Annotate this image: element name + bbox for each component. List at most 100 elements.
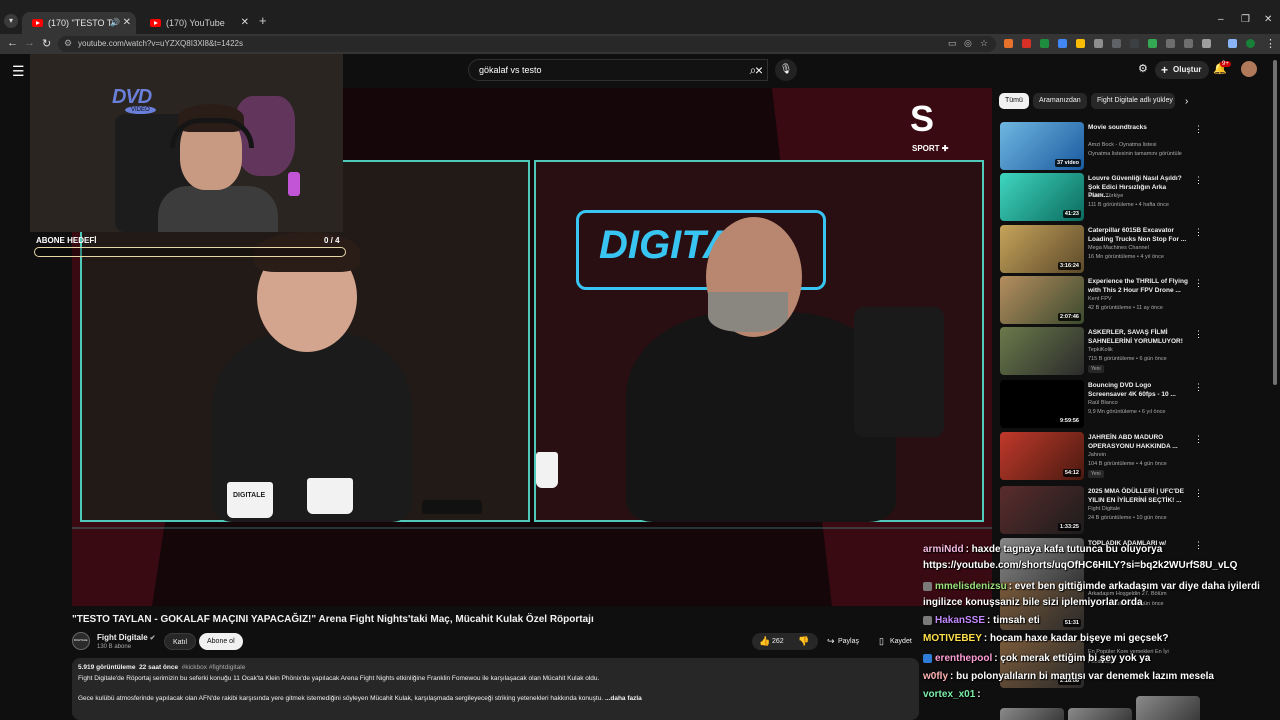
recommended-video[interactable]: 41:23 Louvre Güvenliği Nasıl Aşıldı? Şok … [1000,173,1203,221]
cast-tab-icon[interactable]: ▭ [948,38,957,49]
tab-close-icon[interactable]: ✕ [123,12,131,34]
chip-channel[interactable]: Fight Digitale adlı yükley [1091,93,1175,109]
recommended-video[interactable]: 37 video Movie soundtracks Amzi Bock - Oyn… [1000,122,1203,170]
video-thumbnail[interactable] [1068,708,1132,720]
extension-icon[interactable] [1112,39,1121,48]
sidebar-icon[interactable] [1228,39,1237,48]
video-thumbnail[interactable]: 3:16:24 [1000,225,1084,273]
search-icon[interactable]: ⌕ [738,59,768,81]
video-title[interactable]: Experience the THRILL of Flying with Thi… [1088,278,1188,295]
video-title[interactable]: Movie soundtracks [1088,124,1188,133]
reload-icon[interactable]: ↻ [42,37,51,50]
recommended-video[interactable]: 54:12 JAHREİN ABD MADURO OPERASYONU HAKKI… [1000,432,1203,480]
video-title[interactable]: ASKERLER, SAVAŞ FİLMİ SAHNELERİNİ YORUML… [1088,329,1188,346]
extension-icon[interactable] [1058,39,1067,48]
minimize-button[interactable]: – [1218,14,1224,25]
eye-off-icon[interactable]: ◎ [964,38,972,49]
video-thumbnail[interactable] [1000,708,1064,720]
page-scrollbar[interactable] [1273,60,1277,385]
profile-icon[interactable] [1246,39,1255,48]
extension-icon[interactable] [1184,39,1193,48]
restore-button[interactable]: ❐ [1241,14,1250,25]
save-button[interactable]: ▯ Kaydet [874,633,918,650]
create-button[interactable]: + Oluştur [1155,61,1210,79]
url-text[interactable]: youtube.com/watch?v=uYZXQ8I3Xl8&t=1422s [78,39,243,48]
browser-menu-icon[interactable]: ⋮ [1265,37,1276,50]
more-options-icon[interactable]: ⋮ [1194,434,1203,445]
video-title[interactable]: Bouncing DVD Logo Screensaver 4K 60fps -… [1088,382,1188,399]
video-thumbnail[interactable]: 9:59:56 [1000,380,1084,428]
like-icon[interactable]: 👍 [759,633,770,650]
extension-icon[interactable] [1040,39,1049,48]
video-thumbnail[interactable]: 1:33:25 [1000,486,1084,534]
video-thumbnail[interactable]: 54:12 [1000,432,1084,480]
extension-icon[interactable] [1094,39,1103,48]
chip-all[interactable]: Tümü [999,93,1029,109]
recommended-video[interactable]: 9:59:56 Bouncing DVD Logo Screensaver 4K … [1000,380,1203,428]
description-box[interactable]: 5.919 görüntüleme 22 saat önce #kickbox … [72,658,919,720]
bookmark-star-icon[interactable]: ☆ [980,38,988,49]
video-title[interactable]: 2025 MMA ÖDÜLLERİ | UFC'DE YILIN EN İYİL… [1088,488,1188,505]
more-options-icon[interactable]: ⋮ [1194,124,1203,135]
subscribe-button[interactable]: Abone ol [199,633,243,650]
new-tab-button[interactable]: + [259,13,267,28]
tab-close-icon[interactable]: ✕ [241,12,249,34]
video-thumbnail[interactable]: 41:23 [1000,173,1084,221]
tab-video[interactable]: (170) "TESTO TAYLAN - GOKAL 🔊 ✕ [22,12,136,34]
more-options-icon[interactable]: ⋮ [1194,382,1203,393]
video-thumbnail[interactable] [1136,696,1200,720]
back-icon[interactable]: ← [7,37,18,49]
channel-name[interactable]: Kent FPV [1088,296,1112,302]
search-query[interactable]: gökalaf vs testo [479,65,542,75]
extensions-puzzle-icon[interactable] [1202,39,1211,48]
channel-avatar[interactable] [72,632,90,650]
extension-icon[interactable] [1076,39,1085,48]
search-input[interactable]: gökalaf vs testo × [468,59,768,81]
more-options-icon[interactable]: ⋮ [1194,227,1203,238]
video-thumbnail[interactable] [1000,327,1084,375]
channel-name[interactable]: Mega Machines Channel [1088,245,1149,251]
extension-icon[interactable] [1004,39,1013,48]
more-options-icon[interactable]: ⋮ [1194,540,1203,551]
video-thumbnail[interactable]: 37 video [1000,122,1084,170]
video-title[interactable]: JAHREİN ABD MADURO OPERASYONU HAKKINDA .… [1088,434,1188,451]
channel-name-text[interactable]: Fight Digitale [97,633,148,642]
recommended-video[interactable]: 1:33:25 2025 MMA ÖDÜLLERİ | UFC'DE YILIN … [1000,486,1203,534]
site-info-icon[interactable]: ⚙ [64,38,72,49]
video-thumbnail[interactable]: 2:07:46 [1000,276,1084,324]
channel-name[interactable]: DMAX Türkiye [1088,193,1123,199]
chevron-right-icon[interactable]: › [1185,96,1188,107]
hashtags[interactable]: #kickbox #fightdigitale [182,664,246,671]
channel-name[interactable]: Amzi Bock - Oynatma listesi [1088,142,1156,148]
extension-icon[interactable] [1148,39,1157,48]
address-bar[interactable]: ⚙ youtube.com/watch?v=uYZXQ8I3Xl8&t=1422… [58,36,996,52]
account-avatar[interactable] [1241,61,1257,77]
channel-name[interactable]: Jahrein [1088,452,1106,458]
speaker-icon[interactable]: 🔊 [110,12,120,34]
recommended-video[interactable]: ASKERLER, SAVAŞ FİLMİ SAHNELERİNİ YORUML… [1000,327,1203,375]
more-options-icon[interactable]: ⋮ [1194,175,1203,186]
video-title[interactable]: Caterpillar 6015B Excavator Loading Truc… [1088,227,1188,244]
forward-icon[interactable]: → [24,37,35,49]
join-button[interactable]: Katıl [164,633,197,650]
recommended-video[interactable]: 3:16:24 Caterpillar 6015B Excavator Loadi… [1000,225,1203,273]
extension-icon[interactable] [1166,39,1175,48]
channel-name[interactable]: TepkiKolik [1088,347,1113,353]
more-link[interactable]: ...daha fazla [605,695,642,702]
microphone-icon[interactable]: 🎙 [775,59,797,81]
dislike-icon[interactable]: 👎 [798,633,809,650]
cast-icon[interactable]: ⚙ [1138,62,1148,75]
extension-icon[interactable] [1022,39,1031,48]
extension-icon[interactable] [1130,39,1139,48]
tab-search-button[interactable]: ▾ [4,14,18,28]
like-count[interactable]: 262 [772,633,784,650]
channel-name[interactable]: Fight Digitale ✔ [97,633,156,642]
more-options-icon[interactable]: ⋮ [1194,488,1203,499]
channel-name[interactable]: Fight Digitale [1088,506,1120,512]
more-options-icon[interactable]: ⋮ [1194,278,1203,289]
share-button[interactable]: ↪ Paylaş [822,633,865,650]
channel-name[interactable]: Raül Blanco [1088,400,1118,406]
tab-youtube[interactable]: (170) YouTube ✕ [140,12,254,34]
menu-icon[interactable]: ☰ [12,63,25,80]
recommended-video[interactable]: 2:07:46 Experience the THRILL of Flying w… [1000,276,1203,324]
